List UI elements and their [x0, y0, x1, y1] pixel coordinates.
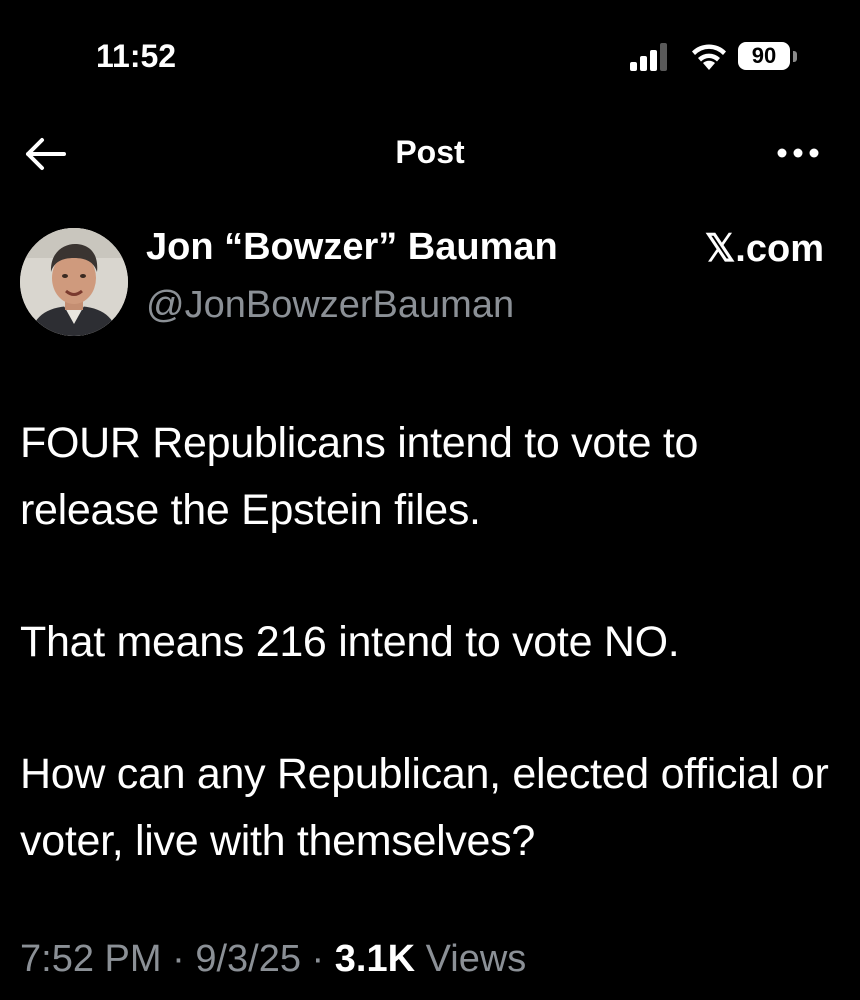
page-title: Post [395, 134, 465, 170]
post-paragraph: FOUR Republicans intend to vote to relea… [20, 419, 699, 534]
author-handle[interactable]: @JonBowzerBauman [146, 284, 514, 327]
more-options-icon[interactable] [772, 136, 824, 170]
author-name[interactable]: Jon “Bowzer” Bauman [146, 226, 558, 269]
views-label: Views [425, 938, 527, 980]
wifi-icon [692, 44, 726, 70]
post-paragraph: How can any Republican, elected official… [20, 750, 829, 865]
views-count[interactable]: 3.1K [335, 938, 415, 980]
post-time[interactable]: 7:52 PM [20, 938, 162, 980]
post-meta: 7:52 PM · 9/3/25 · 3.1K Views [20, 938, 526, 981]
battery-icon: 90 [738, 42, 800, 72]
meta-separator: · [161, 938, 196, 980]
status-time: 11:52 [96, 38, 177, 74]
post-date[interactable]: 9/3/25 [195, 938, 301, 980]
post-body: FOUR Republicans intend to vote to relea… [20, 410, 840, 940]
battery-level: 90 [738, 42, 790, 70]
post-paragraph: That means 216 intend to vote NO. [20, 618, 680, 666]
post-header: Post [0, 110, 860, 200]
avatar[interactable] [20, 228, 128, 336]
watermark: 𝕏.com [704, 228, 824, 270]
signal-icon [630, 43, 667, 71]
status-bar: 11:52 90 [0, 0, 860, 110]
meta-separator: · [300, 938, 335, 980]
battery-tip [793, 51, 797, 62]
avatar-photo [20, 228, 128, 336]
